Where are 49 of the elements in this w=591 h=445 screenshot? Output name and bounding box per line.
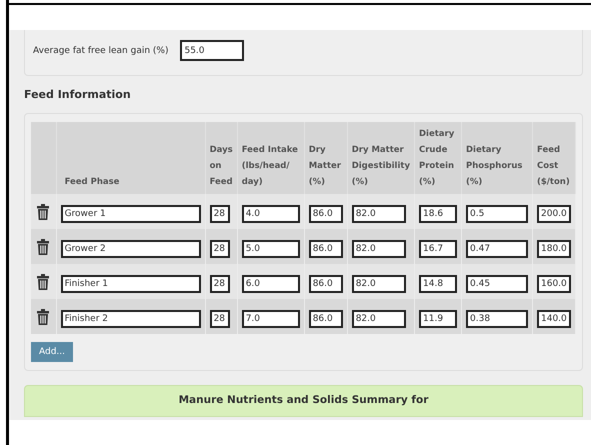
table-input[interactable]: 5.0 — [242, 240, 300, 258]
table-input[interactable]: 160.0 — [537, 274, 571, 292]
table-input[interactable]: Finisher 1 — [60, 274, 201, 292]
table-input[interactable]: 28 — [210, 274, 230, 292]
trash-icon[interactable] — [37, 238, 50, 254]
lean-gain-field[interactable]: 55.0 — [180, 40, 244, 61]
table-input[interactable]: Finisher 2 — [60, 310, 201, 328]
table-input[interactable]: 0.38 — [466, 310, 528, 328]
table-input[interactable]: 0.5 — [466, 204, 528, 222]
table-input[interactable]: 200.0 — [537, 204, 571, 222]
table-input[interactable]: 28 — [210, 310, 230, 328]
column-header: Feed Intake (lbs/head/ day) — [237, 122, 304, 194]
column-header: Dry Matter Digestibility (%) — [347, 122, 414, 194]
table-input[interactable]: 86.0 — [308, 204, 343, 222]
summary-title: Manure Nutrients and Solids Summary for — [178, 394, 428, 406]
column-header: Dietary Crude Protein (%) — [414, 122, 462, 194]
column-header: Feed Cost ($/ton) — [532, 122, 576, 194]
trash-icon[interactable] — [37, 274, 50, 290]
table-input[interactable]: Grower 1 — [60, 204, 201, 222]
table-input[interactable]: 18.6 — [419, 204, 457, 222]
table-input[interactable]: 86.0 — [308, 274, 343, 292]
lean-gain-label: Average fat free lean gain (%) — [33, 46, 168, 56]
table-input[interactable]: 82.0 — [352, 310, 406, 328]
table-input[interactable]: 11.9 — [419, 310, 457, 328]
table-input[interactable]: 86.0 — [308, 310, 343, 328]
column-header: Feed Phase — [56, 122, 206, 194]
add-button[interactable]: Add... — [31, 342, 74, 362]
table-input[interactable]: 28 — [210, 204, 230, 222]
table-input[interactable]: 6.0 — [242, 274, 300, 292]
column-header: Days on Feed — [205, 122, 238, 194]
table-input[interactable]: 82.0 — [352, 204, 406, 222]
table-input[interactable]: 7.0 — [242, 310, 300, 328]
table-input[interactable]: Grower 2 — [60, 240, 201, 258]
trash-icon[interactable] — [37, 308, 50, 324]
section-heading: Feed Information — [24, 87, 132, 103]
table-input[interactable]: 16.7 — [419, 240, 457, 258]
table-input[interactable]: 4.0 — [242, 204, 300, 222]
table-input[interactable]: 14.8 — [419, 274, 457, 292]
table-input[interactable]: 140.0 — [537, 310, 571, 328]
table-input[interactable]: 0.45 — [466, 274, 528, 292]
table-input[interactable]: 28 — [210, 240, 230, 258]
table-input[interactable]: 82.0 — [352, 274, 406, 292]
column-header: Dietary Phosphorus (%) — [462, 122, 532, 194]
table-input[interactable]: 86.0 — [308, 240, 343, 258]
column-header: Dry Matter (%) — [304, 122, 348, 194]
table-input[interactable]: 180.0 — [537, 240, 571, 258]
table-input[interactable]: 0.47 — [466, 240, 528, 258]
trash-icon[interactable] — [37, 204, 50, 220]
table-input[interactable]: 82.0 — [352, 240, 406, 258]
